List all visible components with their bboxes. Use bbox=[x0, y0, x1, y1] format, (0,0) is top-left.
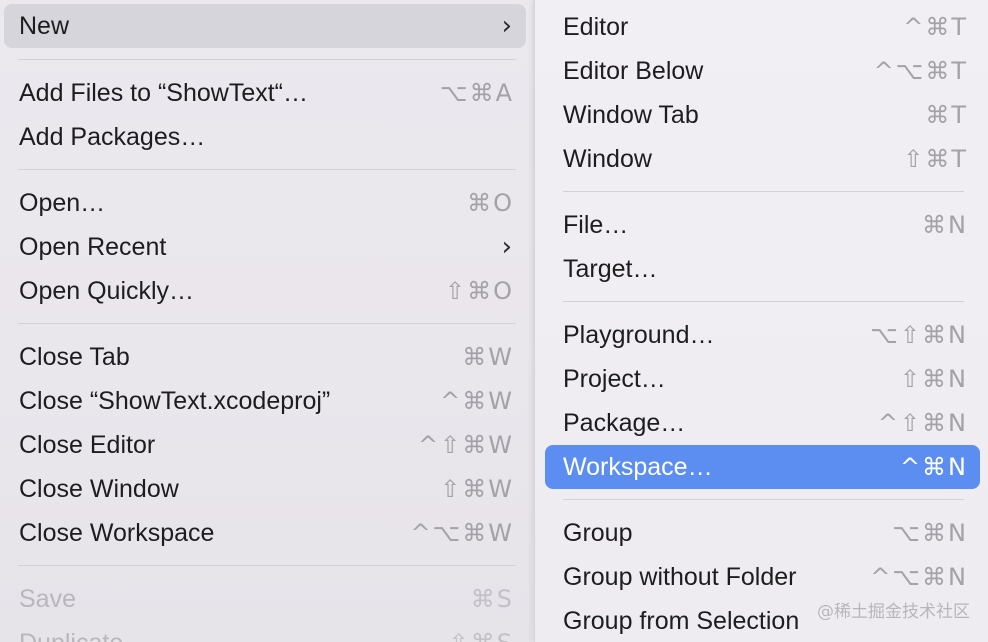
menu-item-label: Close Editor bbox=[19, 431, 156, 459]
menu-item-label: Editor bbox=[563, 13, 629, 41]
menu-item-label: Open… bbox=[19, 189, 106, 217]
menu-separator bbox=[563, 301, 964, 302]
submenu-item-project[interactable]: Project… ⇧⌘N bbox=[545, 357, 980, 401]
chevron-right-icon: › bbox=[501, 11, 512, 41]
menu-item-close-project[interactable]: Close “ShowText.xcodeproj” ^⌘W bbox=[4, 379, 526, 423]
menu-item-label: Close Tab bbox=[19, 343, 130, 371]
menu-item-label: Save bbox=[19, 585, 76, 613]
menu-item-shortcut: ⌥⌘A bbox=[439, 79, 514, 107]
menu-item-shortcut: ^⌘W bbox=[440, 387, 514, 415]
menu-item-shortcut: ^⌘N bbox=[899, 453, 968, 481]
menu-item-shortcut: ⌥⌘N bbox=[892, 519, 968, 547]
menu-separator bbox=[563, 499, 964, 500]
menu-item-label: Group bbox=[563, 519, 633, 547]
submenu-item-editor[interactable]: Editor ^⌘T bbox=[545, 5, 980, 49]
menu-item-label: Editor Below bbox=[563, 57, 704, 85]
menu-item-label: Package… bbox=[563, 409, 686, 437]
menu-item-label: Close “ShowText.xcodeproj” bbox=[19, 387, 331, 415]
menu-item-label: File… bbox=[563, 211, 629, 239]
menu-item-label: Duplicate bbox=[19, 621, 123, 642]
submenu-item-playground[interactable]: Playground… ⌥⇧⌘N bbox=[545, 313, 980, 357]
menu-item-close-tab[interactable]: Close Tab ⌘W bbox=[4, 335, 526, 379]
submenu-item-target[interactable]: Target… bbox=[545, 247, 980, 291]
menu-separator bbox=[18, 565, 516, 566]
menu-item-shortcut: ⌘S bbox=[470, 585, 514, 613]
menu-item-shortcut: ⇧⌘W bbox=[440, 475, 514, 503]
menu-item-shortcut: ^⌘T bbox=[903, 13, 968, 41]
menu-item-close-window[interactable]: Close Window ⇧⌘W bbox=[4, 467, 526, 511]
submenu-item-window-tab[interactable]: Window Tab ⌘T bbox=[545, 93, 980, 137]
menu-item-duplicate: Duplicate ⇧⌘S bbox=[4, 621, 526, 642]
menu-item-label: Project… bbox=[563, 365, 666, 393]
menu-item-shortcut: ⇧⌘T bbox=[903, 145, 968, 173]
submenu-item-package[interactable]: Package… ^⇧⌘N bbox=[545, 401, 980, 445]
menu-separator bbox=[18, 323, 516, 324]
menu-item-shortcut: ^⌥⌘T bbox=[873, 57, 968, 85]
menu-item-label: Close Window bbox=[19, 475, 179, 503]
menu-item-label: Target… bbox=[563, 255, 658, 283]
menu-separator bbox=[563, 191, 964, 192]
menu-item-label: Add Packages… bbox=[19, 123, 206, 151]
submenu-item-group[interactable]: Group ⌥⌘N bbox=[545, 511, 980, 555]
menu-item-label: Open Quickly… bbox=[19, 277, 195, 305]
menu-item-label: Group from Selection bbox=[563, 607, 800, 635]
menu-item-open[interactable]: Open… ⌘O bbox=[4, 181, 526, 225]
menu-item-shortcut: ⌘W bbox=[462, 343, 514, 371]
menu-item-add-files[interactable]: Add Files to “ShowText“… ⌥⌘A bbox=[4, 71, 526, 115]
menu-item-shortcut: ^⌥⌘W bbox=[410, 519, 514, 547]
menu-item-shortcut: ⌘O bbox=[467, 189, 514, 217]
menu-item-shortcut: ⇧⌘N bbox=[899, 365, 968, 393]
menu-separator bbox=[18, 169, 516, 170]
menu-item-label: Playground… bbox=[563, 321, 715, 349]
menu-item-new[interactable]: New › bbox=[4, 4, 526, 48]
menu-item-label: New bbox=[19, 12, 70, 40]
new-submenu: Editor ^⌘T Editor Below ^⌥⌘T Window Tab … bbox=[534, 0, 988, 642]
menu-item-label: Window bbox=[563, 145, 652, 173]
menu-item-label: Add Files to “ShowText“… bbox=[19, 79, 308, 107]
submenu-item-window[interactable]: Window ⇧⌘T bbox=[545, 137, 980, 181]
menu-item-label: Close Workspace bbox=[19, 519, 215, 547]
chevron-right-icon: › bbox=[501, 232, 512, 262]
submenu-item-workspace[interactable]: Workspace… ^⌘N bbox=[545, 445, 980, 489]
menu-item-shortcut: ^⌥⌘N bbox=[870, 563, 968, 591]
submenu-item-editor-below[interactable]: Editor Below ^⌥⌘T bbox=[545, 49, 980, 93]
menu-item-shortcut: ⇧⌘S bbox=[449, 621, 514, 642]
menu-item-shortcut: ^⇧⌘N bbox=[877, 409, 968, 437]
menu-item-close-editor[interactable]: Close Editor ^⇧⌘W bbox=[4, 423, 526, 467]
menu-item-shortcut: ⇧⌘O bbox=[445, 277, 514, 305]
menu-item-open-quickly[interactable]: Open Quickly… ⇧⌘O bbox=[4, 269, 526, 313]
menu-item-label: Open Recent bbox=[19, 233, 167, 261]
menu-item-add-packages[interactable]: Add Packages… bbox=[4, 115, 526, 159]
watermark: @稀土掘金技术社区 bbox=[817, 602, 970, 622]
menu-item-close-workspace[interactable]: Close Workspace ^⌥⌘W bbox=[4, 511, 526, 555]
menu-item-label: Workspace… bbox=[563, 453, 713, 481]
menu-item-label: Group without Folder bbox=[563, 563, 797, 591]
submenu-item-file[interactable]: File… ⌘N bbox=[545, 203, 980, 247]
menu-item-shortcut: ^⇧⌘W bbox=[418, 431, 514, 459]
menu-item-save: Save ⌘S bbox=[4, 577, 526, 621]
submenu-item-group-without-folder[interactable]: Group without Folder ^⌥⌘N bbox=[545, 555, 980, 599]
menu-item-shortcut: ⌘T bbox=[925, 101, 968, 129]
menu-separator bbox=[18, 59, 516, 60]
menu-item-shortcut: ⌘N bbox=[922, 211, 968, 239]
menu-item-label: Window Tab bbox=[563, 101, 699, 129]
file-menu: New › Add Files to “ShowText“… ⌥⌘A Add P… bbox=[0, 0, 532, 642]
menu-item-open-recent[interactable]: Open Recent › bbox=[4, 225, 526, 269]
menu-item-shortcut: ⌥⇧⌘N bbox=[870, 321, 968, 349]
